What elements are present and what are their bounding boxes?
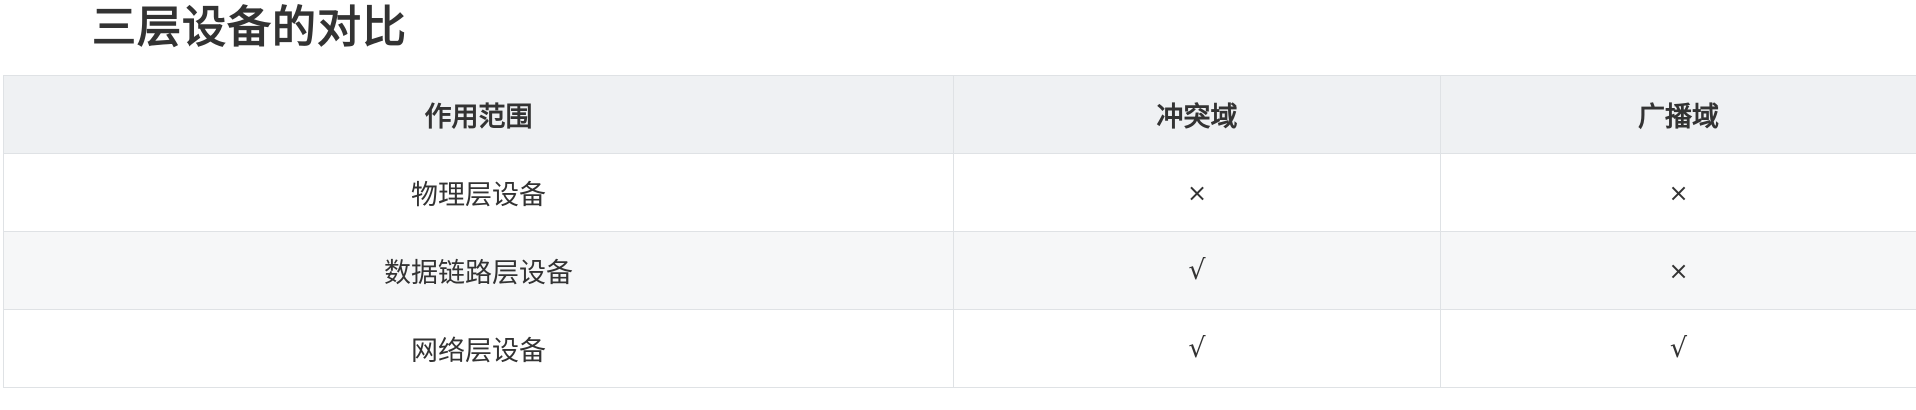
cell-collision-domain: × bbox=[953, 153, 1441, 232]
comparison-table: 作用范围 冲突域 广播域 物理层设备 × × 数据链路层设备 √ × 网络层设备… bbox=[3, 75, 1916, 388]
header-scope: 作用范围 bbox=[3, 75, 954, 154]
row-device-network: 网络层设备 bbox=[3, 309, 954, 388]
cell-broadcast-domain: × bbox=[1440, 231, 1916, 310]
row-device-datalink: 数据链路层设备 bbox=[3, 231, 954, 310]
page-title: 三层设备的对比 bbox=[92, 2, 407, 53]
cell-collision-domain: √ bbox=[953, 231, 1441, 310]
row-device-physical: 物理层设备 bbox=[3, 153, 954, 232]
cell-collision-domain: √ bbox=[953, 309, 1441, 388]
table-row: 网络层设备 √ √ bbox=[3, 309, 1916, 388]
table-row: 数据链路层设备 √ × bbox=[3, 231, 1916, 310]
table-header-row: 作用范围 冲突域 广播域 bbox=[3, 75, 1916, 154]
header-broadcast-domain: 广播域 bbox=[1440, 75, 1916, 154]
cell-broadcast-domain: × bbox=[1440, 153, 1916, 232]
header-collision-domain: 冲突域 bbox=[953, 75, 1441, 154]
cell-broadcast-domain: √ bbox=[1440, 309, 1916, 388]
table-row: 物理层设备 × × bbox=[3, 153, 1916, 232]
comparison-table-container: 作用范围 冲突域 广播域 物理层设备 × × 数据链路层设备 √ × 网络层设备… bbox=[3, 75, 1916, 388]
